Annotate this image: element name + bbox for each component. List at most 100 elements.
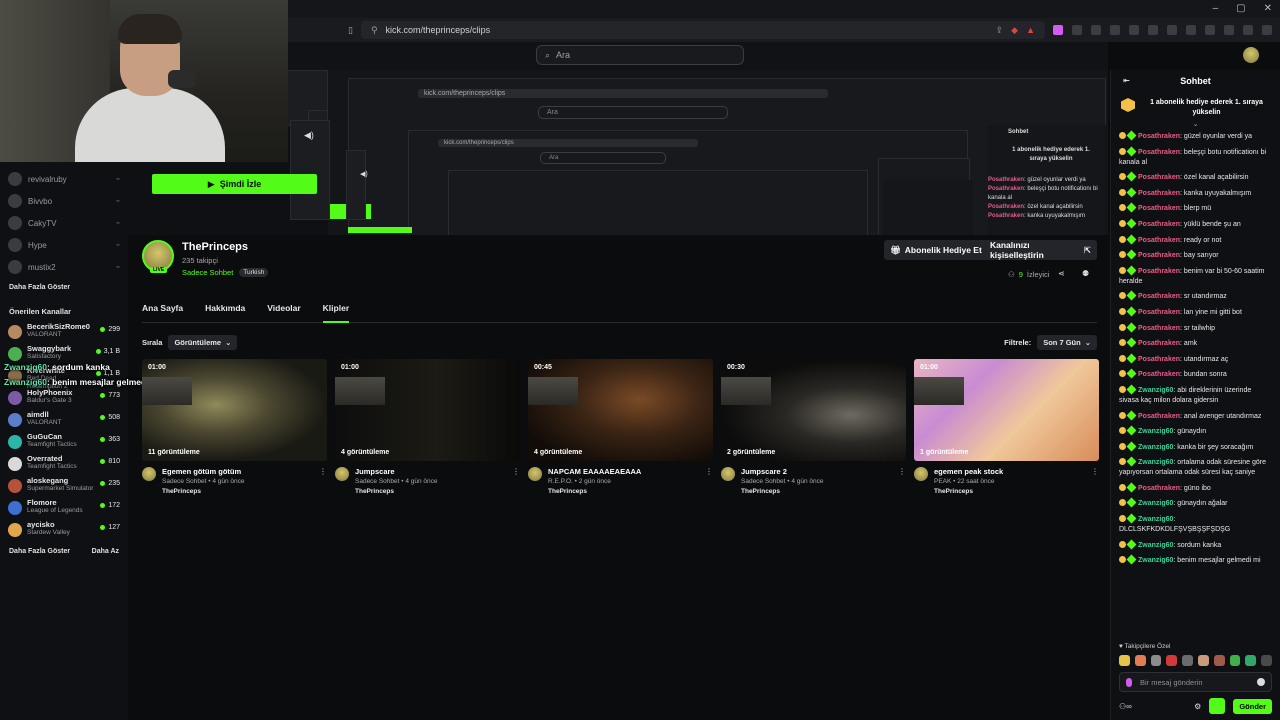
chat-username[interactable]: Posathraken	[1138, 485, 1180, 492]
recommended-channel[interactable]: aimdll VALORANT 508	[0, 408, 128, 430]
chat-username[interactable]: Zwanzig60	[1138, 428, 1173, 435]
volume-icon[interactable]: ◀)	[360, 170, 368, 178]
more-options-icon[interactable]: ⋮	[705, 467, 713, 497]
brave-shield-icon[interactable]: ◆	[1011, 25, 1018, 36]
share-icon[interactable]: ⇪	[996, 25, 1004, 36]
clip-title[interactable]: Jumpscare 2	[741, 467, 892, 477]
extension-icon[interactable]	[1110, 25, 1120, 35]
chat-username[interactable]: Posathraken	[1138, 133, 1180, 140]
extension-icon[interactable]	[1186, 25, 1196, 35]
user-options-icon[interactable]: ⚉	[1082, 269, 1089, 278]
more-options-icon[interactable]: ⋮	[1091, 467, 1099, 497]
clip-thumbnail[interactable]: 01:00 4 görüntüleme	[335, 359, 520, 461]
recommended-channel[interactable]: aloskegang Supermarket Simulator 235	[0, 474, 128, 496]
gear-icon[interactable]: ⚙	[1194, 702, 1201, 711]
clip-channel[interactable]: ThePrinceps	[355, 487, 506, 497]
extension-icon[interactable]	[1224, 25, 1234, 35]
extension-icon[interactable]	[1091, 25, 1101, 35]
emote-icon[interactable]	[1197, 655, 1209, 666]
clip-channel-avatar[interactable]	[721, 467, 735, 481]
clip-channel-avatar[interactable]	[335, 467, 349, 481]
emoji-icon[interactable]	[1257, 678, 1265, 686]
tab-about[interactable]: Hakkımda	[205, 303, 245, 323]
chat-username[interactable]: Zwanzig60	[1138, 557, 1173, 564]
expand-icon[interactable]: ⌄	[1111, 120, 1280, 128]
more-options-icon[interactable]: ⋮	[898, 467, 906, 497]
watch-now-button[interactable]: ▶ Şimdi İzle	[152, 174, 317, 194]
filter-dropdown[interactable]: Son 7 Gün ⌄	[1037, 334, 1097, 350]
clip-channel[interactable]: ThePrinceps	[741, 487, 892, 497]
extension-icon[interactable]	[1205, 25, 1215, 35]
search-input[interactable]: ⌕ Ara	[536, 45, 744, 65]
more-options-icon[interactable]: ⋮	[319, 467, 327, 497]
clip-title[interactable]: NAPCAM EAAAAEAEAAA	[548, 467, 699, 477]
recommended-channel[interactable]: Swaggybark Satisfactory 3,1 B	[0, 342, 128, 364]
recommended-channel[interactable]: GuGuCan Teamfight Tactics 363	[0, 430, 128, 452]
emote-icon[interactable]	[1119, 655, 1130, 666]
category-link[interactable]: Sadece Sohbet	[182, 268, 233, 277]
sidebar-channel[interactable]: Bivvbo ⌁	[0, 190, 128, 212]
clip-card[interactable]: 01:00 11 görüntüleme Egemen götüm götüm Sad…	[142, 359, 327, 497]
language-tag[interactable]: Turkish	[239, 268, 269, 277]
clip-channel[interactable]: ThePrinceps	[548, 487, 699, 497]
clip-card[interactable]: 00:30 2 görüntüleme Jumpscare 2 Sadece Sohb…	[721, 359, 906, 497]
show-more-link[interactable]: Daha Fazla Göster	[0, 278, 128, 297]
chat-username[interactable]: Posathraken	[1138, 309, 1180, 316]
sidebar-channel[interactable]: CakyTV ⌁	[0, 212, 128, 234]
extension-icon[interactable]	[1053, 25, 1063, 35]
chat-username[interactable]: Posathraken	[1138, 252, 1180, 259]
close-icon[interactable]: ✕	[1264, 3, 1272, 14]
clip-title[interactable]: egemen peak stock	[934, 467, 1085, 477]
sort-dropdown[interactable]: Görüntüleme ⌄	[168, 334, 238, 350]
user-avatar[interactable]	[1243, 47, 1259, 63]
clip-card[interactable]: 01:00 1 görüntüleme egemen peak stock PEAK …	[914, 359, 1099, 497]
sidebar-channel[interactable]: mustix2 ⌁	[0, 256, 128, 278]
chat-username[interactable]: Posathraken	[1138, 413, 1180, 420]
extension-icon[interactable]	[1129, 25, 1139, 35]
tab-videos[interactable]: Videolar	[267, 303, 300, 323]
chat-username[interactable]: Zwanzig60	[1138, 500, 1173, 507]
clip-channel-avatar[interactable]	[528, 467, 542, 481]
chat-username[interactable]: Posathraken	[1138, 356, 1180, 363]
extension-icon[interactable]	[1148, 25, 1158, 35]
chat-username[interactable]: Posathraken	[1138, 237, 1180, 244]
menu-icon[interactable]	[1262, 25, 1272, 35]
recommended-channel[interactable]: aycisko Stardew Valley 127	[0, 518, 128, 540]
emote-icon[interactable]	[1245, 655, 1257, 666]
share-icon[interactable]: ⋖	[1058, 269, 1065, 278]
users-icon[interactable]: ⚇∞	[1119, 702, 1132, 711]
clip-title[interactable]: Jumpscare	[355, 467, 506, 477]
sidebar-channel[interactable]: Hype ⌁	[0, 234, 128, 256]
emote-icon[interactable]	[1182, 655, 1193, 666]
more-options-icon[interactable]: ⋮	[512, 467, 520, 497]
maximize-icon[interactable]: ▢	[1236, 3, 1245, 14]
tab-clips[interactable]: Klipler	[322, 303, 350, 323]
clip-channel[interactable]: ThePrinceps	[934, 487, 1085, 497]
collapse-chat-icon[interactable]: ⇤	[1123, 76, 1130, 85]
extension-icon[interactable]	[1243, 25, 1253, 35]
send-button[interactable]: Gönder	[1233, 698, 1272, 714]
chat-username[interactable]: Zwanzig60	[1138, 387, 1173, 394]
clip-card[interactable]: 01:00 4 görüntüleme Jumpscare Sadece Sohbet…	[335, 359, 520, 497]
recommended-channel[interactable]: Flomore League of Legends 172	[0, 496, 128, 518]
clip-channel[interactable]: ThePrinceps	[162, 487, 313, 497]
recommended-channel[interactable]: BecerikSizRome0 VALORANT 299	[0, 320, 128, 342]
chat-username[interactable]: Zwanzig60	[1138, 542, 1173, 549]
clip-thumbnail[interactable]: 01:00 11 görüntüleme	[142, 359, 327, 461]
emote-icon[interactable]	[1166, 655, 1178, 666]
tab-home[interactable]: Ana Sayfa	[142, 303, 183, 323]
chat-username[interactable]: Posathraken	[1138, 174, 1180, 181]
bookmark-icon[interactable]: ▯	[348, 25, 353, 36]
microphone-icon[interactable]	[1126, 677, 1132, 687]
chat-username[interactable]: Posathraken	[1138, 340, 1180, 347]
recommended-channel[interactable]: HolyPhoenix Baldur's Gate 3 773	[0, 386, 128, 408]
chat-username[interactable]: Zwanzig60	[1138, 444, 1173, 451]
show-less-button[interactable]: Daha Az	[92, 548, 119, 555]
chat-username[interactable]: Posathraken	[1138, 325, 1180, 332]
chat-username[interactable]: Zwanzig60	[1138, 459, 1173, 466]
sidebar-channel[interactable]: revivalruby ⌁	[0, 168, 128, 190]
chat-username[interactable]: Posathraken	[1138, 205, 1180, 212]
chat-username[interactable]: Posathraken	[1138, 293, 1180, 300]
clip-thumbnail[interactable]: 00:45 4 görüntüleme	[528, 359, 713, 461]
chat-username[interactable]: Posathraken	[1138, 371, 1180, 378]
